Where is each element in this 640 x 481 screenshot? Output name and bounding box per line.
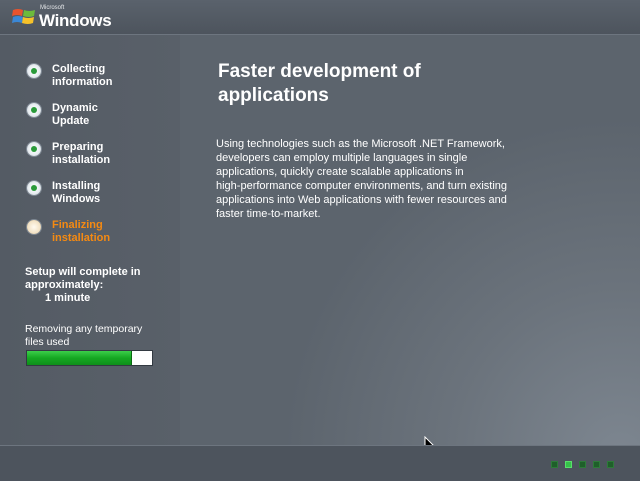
time-remaining-value: 1 minute (45, 292, 91, 304)
step-label: Dynamic Update (52, 102, 98, 127)
step-dynamic-update: Dynamic Update (26, 102, 176, 132)
windows-flag-icon (12, 9, 35, 24)
step-current-icon (27, 220, 41, 234)
feature-description: Using technologies such as the Microsoft… (216, 138, 508, 220)
step-preparing-installation: Preparing installation (26, 141, 176, 171)
step-label: Preparing installation (52, 141, 111, 166)
activity-square (593, 461, 600, 468)
windows-wordmark: Windows (39, 11, 112, 30)
windows-logo: Microsoft Windows (12, 4, 132, 30)
step-complete-icon (27, 103, 41, 117)
step-collecting-information: Collecting information (26, 63, 176, 93)
setup-main-area: Collecting information Dynamic Update Pr… (0, 35, 640, 457)
bottom-status-bar (0, 445, 640, 481)
step-complete-icon (27, 142, 41, 156)
step-label: Installing Windows (52, 180, 101, 205)
step-complete-icon (27, 181, 41, 195)
setup-steps-sidebar: Collecting information Dynamic Update Pr… (0, 35, 180, 445)
page-title: Faster development of applications (218, 61, 421, 106)
activity-square (579, 461, 586, 468)
activity-square (565, 461, 572, 468)
activity-square (551, 461, 558, 468)
step-installing-windows: Installing Windows (26, 180, 176, 210)
activity-indicator (551, 461, 621, 469)
time-remaining: Setup will complete in approximately: 1 … (25, 266, 175, 305)
progress-bar-fill (27, 351, 132, 365)
step-label: Collecting information (52, 63, 113, 88)
top-banner: Microsoft Windows (0, 0, 640, 35)
step-finalizing-installation: Finalizing installation (26, 219, 176, 249)
progress-bar (26, 350, 153, 366)
status-text: Removing any temporary files used (25, 323, 143, 348)
activity-square (607, 461, 614, 468)
step-label: Finalizing installation (52, 219, 111, 244)
step-complete-icon (27, 64, 41, 78)
time-remaining-label: Setup will complete in approximately: (25, 266, 141, 291)
